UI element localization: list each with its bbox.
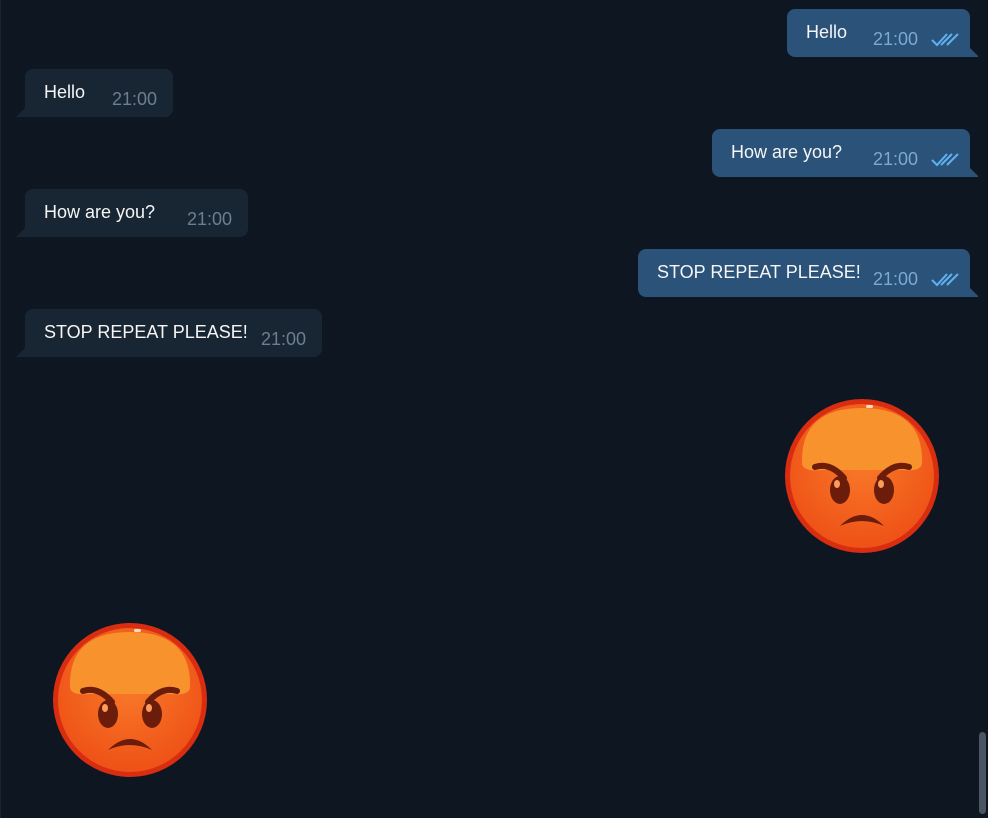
outgoing-message[interactable]: How are you? 21:00 — [712, 129, 979, 177]
message-text: How are you? — [731, 142, 843, 162]
message-text: STOP REPEAT PLEASE! — [657, 262, 861, 282]
message-time: 21:00 — [111, 89, 157, 109]
incoming-message[interactable]: STOP REPEAT PLEASE! 21:00 — [16, 309, 322, 357]
outgoing-message[interactable]: Hello 21:00 — [787, 9, 979, 57]
incoming-message[interactable]: Hello 21:00 — [16, 69, 173, 117]
message-time: 21:00 — [186, 209, 232, 229]
message-text: Hello — [806, 22, 848, 42]
outgoing-message[interactable]: STOP REPEAT PLEASE! 21:00 — [638, 249, 979, 297]
angry-face-icon[interactable] — [50, 620, 210, 780]
message-time: 21:00 — [872, 149, 918, 169]
scrollbar[interactable] — [978, 0, 988, 818]
message-time: 21:00 — [872, 269, 918, 289]
message-text: Hello — [44, 82, 86, 102]
message-time: 21:00 — [872, 29, 918, 49]
double-check-icon — [931, 33, 959, 47]
double-check-icon — [931, 153, 959, 167]
incoming-message[interactable]: How are you? 21:00 — [16, 189, 248, 237]
angry-face-icon[interactable] — [782, 396, 942, 556]
message-text: How are you? — [44, 202, 156, 222]
scrollbar-thumb[interactable] — [979, 732, 986, 814]
message-text: STOP REPEAT PLEASE! — [44, 322, 248, 342]
double-check-icon — [931, 273, 959, 287]
message-time: 21:00 — [260, 329, 306, 349]
chat-history[interactable]: Hello 21:00 Hello 21:00 How are you? 21:… — [0, 0, 979, 818]
